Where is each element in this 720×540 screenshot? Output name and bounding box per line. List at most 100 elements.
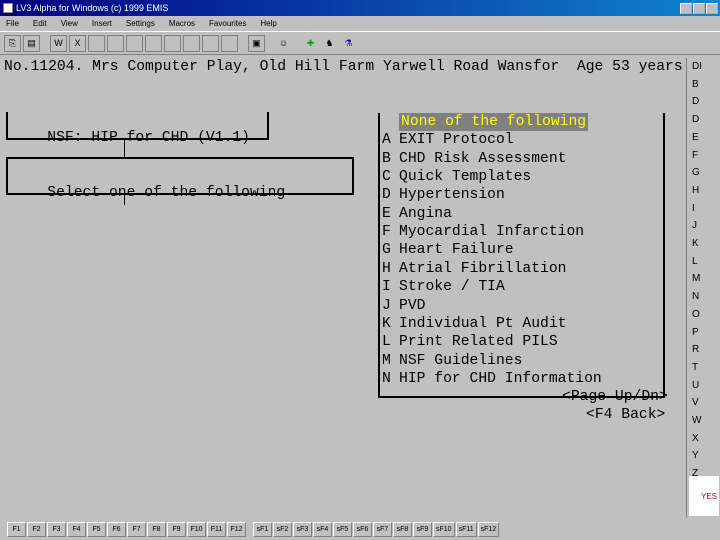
blank3-icon[interactable] (126, 34, 143, 52)
prompt-box: Select one of the following (6, 157, 354, 201)
alphabet-letter[interactable]: D (692, 96, 699, 107)
menu-option-label: HIP for CHD Information (399, 370, 602, 387)
fkey-sf12[interactable]: sF12 (477, 521, 500, 537)
alphabet-letter[interactable]: D (692, 114, 699, 125)
fkey-sf11[interactable]: sF11 (455, 521, 477, 537)
fkey-f4[interactable]: F4 (67, 521, 86, 537)
fkey-sf5[interactable]: sF5 (333, 521, 352, 537)
alphabet-letter[interactable]: B (692, 79, 699, 90)
word-icon[interactable]: W (50, 34, 67, 52)
yes-indicator[interactable]: YES (689, 490, 719, 504)
menu-option[interactable]: I Stroke / TIA (382, 278, 505, 296)
alphabet-letter[interactable]: U (692, 380, 699, 391)
alphabet-letter[interactable]: J (692, 220, 697, 231)
alphabet-letter[interactable]: L (692, 256, 698, 267)
blank2-icon[interactable] (107, 34, 124, 52)
menu-option-key: E (382, 205, 391, 222)
fkey-sf7[interactable]: sF7 (373, 521, 392, 537)
alphabet-letter[interactable]: DI (692, 61, 702, 72)
alphabet-letter[interactable]: K (692, 238, 699, 249)
alphabet-letter[interactable]: I (692, 203, 695, 214)
close-button[interactable] (706, 2, 718, 14)
alphabet-letter[interactable]: W (692, 415, 701, 426)
menu-macros[interactable]: Macros (169, 19, 195, 28)
alphabet-letter[interactable]: X (692, 433, 699, 444)
fkey-f2[interactable]: F2 (27, 521, 46, 537)
fkey-f12[interactable]: F12 (227, 521, 246, 537)
alphabet-letter[interactable]: H (692, 185, 699, 196)
menu-option[interactable]: B CHD Risk Assessment (382, 150, 566, 168)
fkey-f9[interactable]: F9 (167, 521, 186, 537)
fkey-sf6[interactable]: sF6 (353, 521, 372, 537)
menu-favourites[interactable]: Favourites (209, 19, 246, 28)
fkey-f11[interactable]: F11 (207, 521, 226, 537)
fkey-f1[interactable]: F1 (7, 521, 26, 537)
maximize-button[interactable] (693, 2, 705, 14)
menu-edit[interactable]: Edit (33, 19, 47, 28)
menu-option[interactable]: G Heart Failure (382, 241, 514, 259)
document-icon[interactable]: ▣ (248, 34, 265, 52)
notes-icon[interactable]: ▤ (23, 34, 40, 52)
sidebar-blank-lower (689, 504, 719, 516)
menu-option[interactable]: D Hypertension (382, 186, 505, 204)
menu-option[interactable]: H Atrial Fibrillation (382, 260, 566, 278)
menu-option[interactable]: A EXIT Protocol (382, 131, 514, 149)
menu-option[interactable]: E Angina (382, 205, 452, 223)
blank4-icon[interactable] (145, 34, 162, 52)
alphabet-letter[interactable]: P (692, 327, 699, 338)
fkey-f3[interactable]: F3 (47, 521, 66, 537)
alphabet-letter[interactable]: M (692, 273, 700, 284)
excel-icon[interactable]: X (69, 34, 86, 52)
fkey-sf2[interactable]: sF2 (273, 521, 292, 537)
menu-option[interactable]: N HIP for CHD Information (382, 370, 602, 388)
menu-option-label: Individual Pt Audit (399, 315, 567, 332)
menu-option[interactable]: L Print Related PILS (382, 333, 558, 351)
fkey-sf3[interactable]: sF3 (293, 521, 312, 537)
blank6-icon[interactable] (183, 34, 200, 52)
alphabet-letter[interactable]: O (692, 309, 700, 320)
menu-settings[interactable]: Settings (126, 19, 155, 28)
alphabet-letter[interactable]: E (692, 132, 699, 143)
patient-icon[interactable]: ⎘ (4, 34, 21, 52)
alphabet-letter[interactable]: V (692, 397, 699, 408)
page-hint[interactable]: <Page Up/Dn> (562, 389, 668, 405)
menu-option[interactable]: K Individual Pt Audit (382, 315, 566, 333)
fkey-f6[interactable]: F6 (107, 521, 126, 537)
flask-icon[interactable]: ⚗ (340, 34, 357, 52)
blank1-icon[interactable] (88, 34, 105, 52)
alphabet-letter[interactable]: R (692, 344, 699, 355)
menu-insert[interactable]: Insert (92, 19, 112, 28)
menu-option[interactable]: M NSF Guidelines (382, 352, 522, 370)
menu-option[interactable]: F Myocardial Infarction (382, 223, 584, 241)
horse-icon[interactable]: ♞ (321, 34, 338, 52)
menu-help[interactable]: Help (260, 19, 276, 28)
fkey-f7[interactable]: F7 (127, 521, 146, 537)
blank8-icon[interactable] (221, 34, 238, 52)
fkey-sf1[interactable]: sF1 (253, 521, 272, 537)
fkey-f5[interactable]: F5 (87, 521, 106, 537)
blank7-icon[interactable] (202, 34, 219, 52)
terminal-screen: No.11204. Mrs Computer Play, Old Hill Fa… (0, 56, 709, 518)
blank5-icon[interactable] (164, 34, 181, 52)
alphabet-letter[interactable]: F (692, 150, 698, 161)
alphabet-letter[interactable]: Y (692, 450, 699, 461)
minimize-button[interactable] (680, 2, 692, 14)
user-search-icon[interactable]: ☺ (275, 34, 292, 52)
menu-file[interactable]: File (6, 19, 19, 28)
f4-back[interactable]: <F4 Back> (586, 407, 665, 423)
fkey-sf10[interactable]: sF10 (433, 521, 455, 537)
menu-option[interactable]: None of the following (382, 113, 589, 131)
menu-option[interactable]: J PVD (382, 297, 425, 315)
alphabet-letter[interactable]: N (692, 291, 699, 302)
alphabet-letter[interactable]: T (692, 362, 698, 373)
fkey-sf8[interactable]: sF8 (393, 521, 412, 537)
patient-details: No.11204. Mrs Computer Play, Old Hill Fa… (4, 59, 710, 75)
menu-view[interactable]: View (61, 19, 78, 28)
alphabet-letter[interactable]: G (692, 167, 700, 178)
fkey-f8[interactable]: F8 (147, 521, 166, 537)
add-icon[interactable]: ✚ (302, 34, 319, 52)
fkey-sf9[interactable]: sF9 (413, 521, 432, 537)
fkey-f10[interactable]: F10 (187, 521, 206, 537)
fkey-sf4[interactable]: sF4 (313, 521, 332, 537)
menu-option[interactable]: C Quick Templates (382, 168, 531, 186)
